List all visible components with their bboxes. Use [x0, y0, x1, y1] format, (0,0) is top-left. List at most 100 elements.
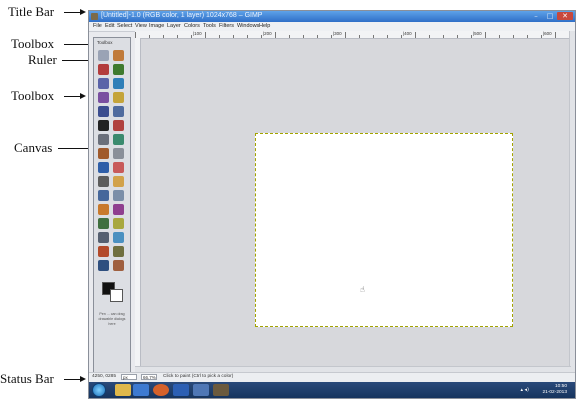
menu-image[interactable]: Image — [149, 23, 164, 29]
ruler-tick — [429, 35, 430, 38]
tool-button-icon[interactable] — [113, 176, 124, 187]
ruler-tick — [289, 35, 290, 38]
menu-layer[interactable]: Layer — [167, 23, 181, 29]
close-icon[interactable]: ✕ — [557, 12, 573, 20]
ruler-tick — [359, 35, 360, 38]
taskbar-clock[interactable]: 10:50 21-02-2013 — [542, 384, 567, 396]
image-workspace[interactable]: ☝ — [141, 39, 571, 374]
ruler-tick — [331, 35, 332, 38]
toolbox-title: Toolbox — [97, 40, 113, 45]
tool-button-icon[interactable] — [98, 246, 109, 257]
tool-button-icon[interactable] — [113, 120, 124, 131]
start-button[interactable] — [92, 383, 106, 397]
media-player-taskbar-icon[interactable] — [133, 384, 149, 396]
tool-button-icon[interactable] — [113, 92, 124, 103]
tool-button-icon[interactable] — [98, 120, 109, 131]
menu-windows[interactable]: Windows — [237, 23, 259, 29]
callout-title-bar: Title Bar — [8, 4, 55, 19]
ruler-label: |400 — [403, 31, 412, 36]
tool-button-icon[interactable] — [113, 218, 124, 229]
menu-view[interactable]: View — [135, 23, 147, 29]
menu-select[interactable]: Select — [117, 23, 132, 29]
callout-arrow-title-bar — [80, 9, 86, 15]
menu-edit[interactable]: Edit — [105, 23, 114, 29]
callout-line-toolbox-left — [64, 96, 80, 97]
ruler-tick — [177, 35, 178, 38]
tool-button-icon[interactable] — [113, 204, 124, 215]
background-color-swatch[interactable] — [110, 289, 123, 302]
tool-button-icon[interactable] — [98, 148, 109, 159]
ruler-label: |100 — [193, 31, 202, 36]
menu-file[interactable]: File — [93, 23, 102, 29]
minimize-icon[interactable]: – — [531, 12, 541, 20]
tool-button-icon[interactable] — [98, 204, 109, 215]
tool-button-icon[interactable] — [98, 78, 109, 89]
tool-button-icon[interactable] — [113, 106, 124, 117]
callout-canvas: Canvas — [14, 140, 53, 155]
firefox-taskbar-icon[interactable] — [153, 384, 169, 396]
ruler-tick — [163, 35, 164, 38]
tool-button-icon[interactable] — [113, 190, 124, 201]
tool-button-icon[interactable] — [113, 162, 124, 173]
ruler-tick — [415, 32, 416, 38]
explorer-taskbar-icon[interactable] — [115, 384, 131, 396]
status-message: Click to paint (Ctrl to pick a color) — [163, 374, 234, 379]
tool-button-icon[interactable] — [113, 232, 124, 243]
ruler-tick — [303, 35, 304, 38]
ruler-tick — [149, 35, 150, 38]
canvas[interactable]: ☝ — [255, 133, 513, 327]
tool-button-icon[interactable] — [113, 78, 124, 89]
menu-filters[interactable]: Filters — [219, 23, 234, 29]
tool-button-icon[interactable] — [113, 134, 124, 145]
tool-button-icon[interactable] — [98, 106, 109, 117]
ruler-tick — [387, 35, 388, 38]
ruler-tick — [205, 32, 206, 38]
unit-select[interactable]: px — [121, 374, 137, 380]
tool-button-icon[interactable] — [98, 50, 109, 61]
zoom-select[interactable]: 66.7% — [141, 374, 157, 380]
menu-tools[interactable]: Tools — [203, 23, 216, 29]
clock-date: 21-02-2013 — [542, 390, 567, 395]
tool-button-icon[interactable] — [113, 50, 124, 61]
menu-colors[interactable]: Colors — [184, 23, 200, 29]
title-bar[interactable]: [Untitled]-1.0 (RGB color, 1 layer) 1024… — [89, 11, 575, 22]
windows-taskbar: ▴ ◂) 10:50 21-02-2013 — [89, 382, 575, 398]
ruler-tick — [275, 32, 276, 38]
maximize-icon[interactable]: □ — [545, 12, 555, 20]
vertical-scrollbar[interactable] — [569, 31, 575, 374]
tool-button-icon[interactable] — [98, 176, 109, 187]
tool-button-icon[interactable] — [113, 260, 124, 271]
tool-button-icon[interactable] — [98, 92, 109, 103]
ruler-tick — [541, 35, 542, 38]
menu-help[interactable]: Help — [259, 23, 270, 29]
tool-button-icon[interactable] — [98, 190, 109, 201]
pointer-coordinates: 4250, 0285 — [92, 374, 117, 379]
ruler-tick — [401, 35, 402, 38]
gimp-app-icon — [91, 13, 98, 20]
gimp-taskbar-icon[interactable] — [213, 384, 229, 396]
system-tray-icons[interactable]: ▴ ◂) — [520, 387, 529, 393]
tool-button-icon[interactable] — [98, 260, 109, 271]
tool-button-icon[interactable] — [98, 162, 109, 173]
ruler-tick — [485, 32, 486, 38]
paint-taskbar-icon[interactable] — [193, 384, 209, 396]
callout-line-title-bar — [64, 12, 80, 13]
tool-button-icon[interactable] — [98, 218, 109, 229]
horizontal-ruler[interactable]: |100 |200 |300 |400 |500 |600 — [135, 31, 571, 39]
window-title: [Untitled]-1.0 (RGB color, 1 layer) 1024… — [101, 12, 263, 19]
tool-button-icon[interactable] — [113, 64, 124, 75]
ruler-tick — [471, 35, 472, 38]
tool-button-icon[interactable] — [98, 134, 109, 145]
tool-button-icon[interactable] — [113, 148, 124, 159]
tool-button-icon[interactable] — [113, 246, 124, 257]
word-taskbar-icon[interactable] — [173, 384, 189, 396]
toolbox-panel: Toolbox Pen ... can drag drawable dialog… — [93, 37, 131, 383]
tool-options-text: Pen ... can drag drawable dialogs here — [98, 312, 126, 326]
ruler-tick — [373, 35, 374, 38]
callout-toolbox-top: Toolbox — [11, 36, 55, 51]
tool-button-icon[interactable] — [98, 64, 109, 75]
callout-arrow-toolbox-left — [80, 93, 86, 99]
tool-button-icon[interactable] — [98, 232, 109, 243]
status-bar: 4250, 0285 px 66.7% Click to paint (Ctrl… — [89, 372, 575, 382]
ruler-tick — [555, 32, 556, 38]
